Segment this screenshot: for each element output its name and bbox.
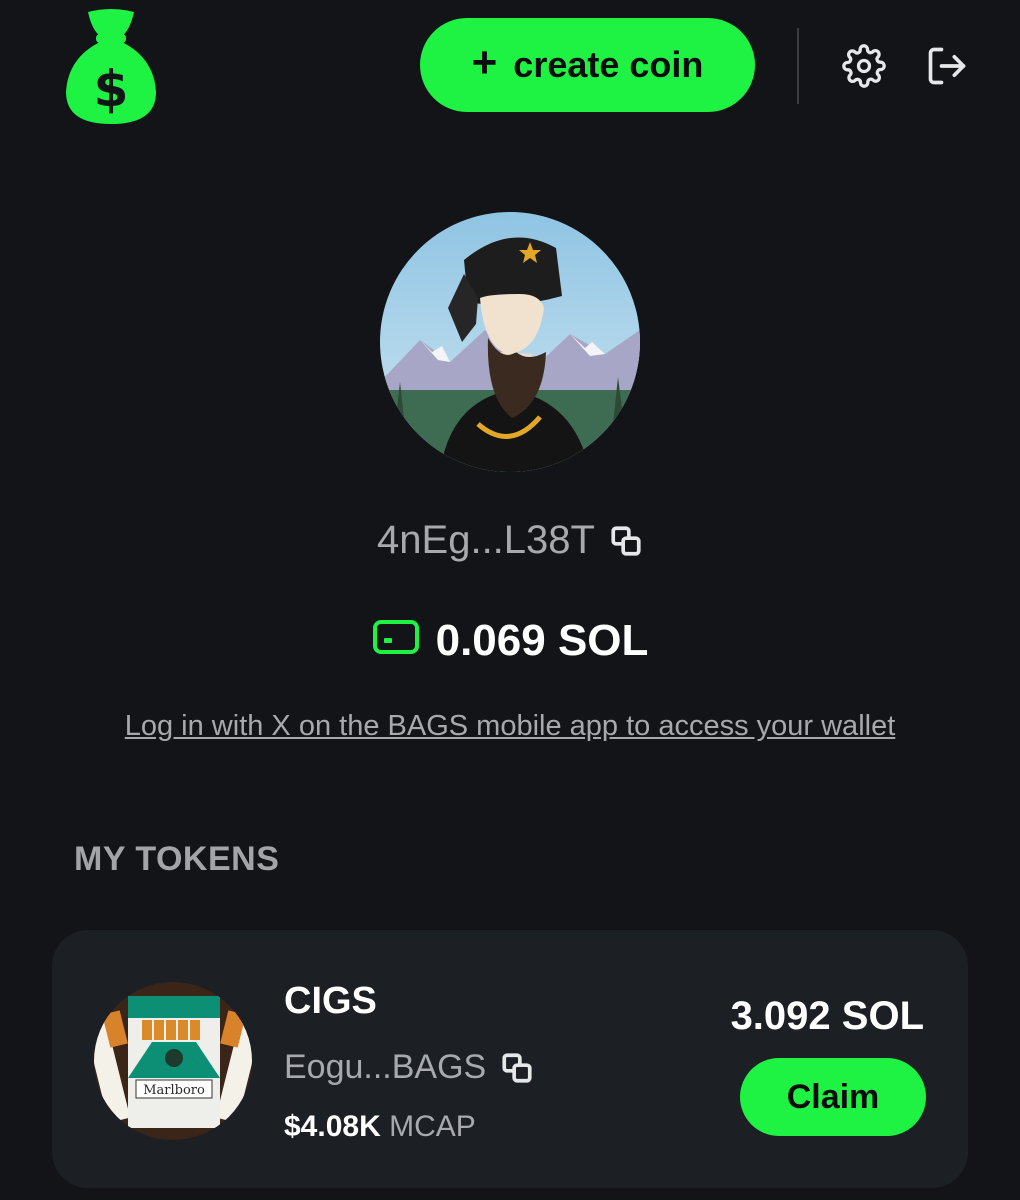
token-balance: 3.092 SOL [730,994,924,1038]
copy-icon[interactable] [500,1051,534,1085]
wallet-icon [372,616,420,666]
wallet-address-row: 4nEg...L38T [0,510,1020,570]
header-divider [797,28,799,104]
wallet-address: 4nEg...L38T [377,517,595,562]
token-image: Marlboro [94,982,252,1140]
token-mcap-label: MCAP [389,1110,476,1143]
create-coin-button[interactable]: + create coin [420,18,755,112]
svg-text:Marlboro: Marlboro [143,1083,205,1098]
wallet-balance: 0.069 SOL [435,616,649,665]
copy-icon[interactable] [609,523,643,557]
create-coin-label: create coin [513,44,704,85]
bags-logo-icon[interactable]: $ [60,6,162,128]
token-address-row: Eogu...BAGS [284,1048,534,1087]
token-mcap-row: $4.08K MCAP [284,1110,476,1144]
gear-icon[interactable] [842,44,886,88]
token-address: Eogu...BAGS [284,1048,487,1086]
svg-text:$: $ [94,60,129,118]
section-title: MY TOKENS [74,840,280,878]
claim-button[interactable]: Claim [740,1058,926,1136]
token-mcap-value: $4.08K [284,1110,381,1143]
token-card[interactable]: Marlboro CIGS Eogu...BAGS $4.08K MCAP 3.… [52,930,968,1188]
token-name: CIGS [284,980,377,1022]
wallet-balance-row: 0.069 SOL [0,610,1020,672]
plus-icon: + [471,38,498,87]
avatar [380,212,640,472]
login-x-link[interactable]: Log in with X on the BAGS mobile app to … [0,710,1020,743]
logout-icon[interactable] [925,44,969,88]
